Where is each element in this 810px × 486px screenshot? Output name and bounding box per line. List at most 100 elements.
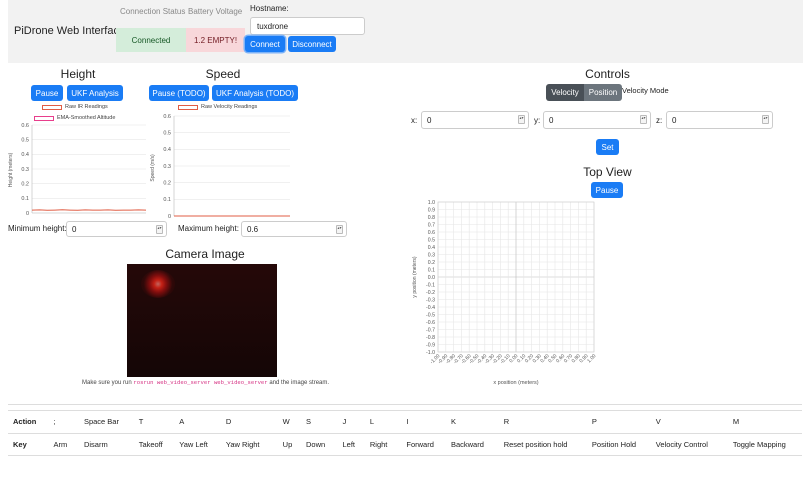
app-title: PiDrone Web Interface — [14, 25, 126, 37]
height-ukf-button[interactable]: UKF Analysis — [67, 85, 123, 101]
spinner-icon[interactable]: ▴▾ — [640, 115, 647, 124]
min-height-value: 0 — [72, 224, 77, 234]
y-tick-label: -1.0 — [426, 350, 435, 356]
action-cell: Up — [277, 432, 301, 456]
controls-title: Controls — [585, 67, 630, 81]
action-cell: Yaw Left — [174, 432, 221, 456]
action-cell: Arm — [48, 432, 79, 456]
key-cell: M — [727, 410, 802, 433]
action-cell: Backward — [445, 432, 499, 456]
spinner-icon[interactable]: ▴▾ — [156, 225, 163, 234]
z-input[interactable]: 0 ▴▾ — [666, 111, 773, 129]
camera-note-code: rosrun web_video_server web_video_server — [133, 379, 268, 386]
y-value: 0 — [549, 115, 554, 125]
y-tick-label: 0.2 — [428, 260, 435, 266]
top-view-pause-button[interactable]: Pause — [591, 182, 623, 198]
y-axis-label: Speed (m/s) — [150, 154, 156, 182]
camera-image — [127, 264, 277, 377]
speed-title: Speed — [205, 67, 241, 81]
y-tick-label: -0.3 — [426, 297, 435, 303]
y-tick-label: 0.6 — [428, 230, 435, 236]
action-cell: Disarm — [78, 432, 134, 456]
hostname-input[interactable] — [250, 17, 365, 35]
y-tick-label: -0.4 — [426, 305, 435, 311]
hostname-label: Hostname: — [250, 4, 289, 13]
action-cell: Yaw Right — [220, 432, 278, 456]
spinner-icon[interactable]: ▴▾ — [762, 115, 769, 124]
connection-status-label: Connection Status — [120, 7, 186, 16]
spinner-icon[interactable]: ▴▾ — [336, 225, 343, 234]
connect-button[interactable]: Connect — [245, 36, 285, 52]
y-tick-label: 1.0 — [428, 200, 435, 206]
y-tick-label: -0.2 — [426, 290, 435, 296]
action-cell: Down — [300, 432, 338, 456]
set-button[interactable]: Set — [596, 139, 619, 155]
key-cell: I — [401, 410, 446, 433]
min-height-label: Minimum height: — [8, 224, 67, 233]
y-tick-label: 0.0 — [428, 275, 435, 281]
speed-pause-button[interactable]: Pause (TODO) — [149, 85, 209, 101]
speed-ukf-button[interactable]: UKF Analysis (TODO) — [212, 85, 298, 101]
legend-raw-ir: Raw IR Readings — [42, 104, 108, 110]
action-cell: Takeoff — [133, 432, 175, 456]
y-tick-label: 0.7 — [428, 222, 435, 228]
key-header: Key — [8, 432, 49, 456]
mode-label: Velocity Mode — [622, 86, 669, 95]
y-tick-label: -0.5 — [426, 312, 435, 318]
keymap-action-row: Key Arm Disarm Takeoff Yaw Left Yaw Right Up D… — [8, 432, 802, 456]
x-axis-label: x position (meters) — [493, 380, 538, 386]
y-tick-label: 0.3 — [163, 164, 171, 170]
y-tick-label: 0.1 — [21, 196, 29, 202]
y-tick-label: -0.1 — [426, 282, 435, 288]
max-height-value: 0.6 — [247, 224, 259, 234]
y-tick-label: 0.6 — [21, 123, 29, 129]
max-height-label: Maximum height: — [178, 224, 239, 233]
min-height-input[interactable]: 0 ▴▾ — [66, 221, 167, 237]
legend-swatch — [42, 104, 62, 110]
position-mode-button[interactable]: Position — [584, 84, 622, 101]
x-label: x: — [411, 116, 418, 125]
y-tick-label: 0.2 — [21, 181, 29, 187]
height-title: Height — [60, 67, 96, 81]
x-input[interactable]: 0 ▴▾ — [421, 111, 529, 129]
action-cell: Position Hold — [586, 432, 651, 456]
key-cell: K — [445, 410, 499, 433]
key-cell: J — [337, 410, 365, 433]
y-tick-label: -0.7 — [426, 327, 435, 333]
y-tick-label: -0.9 — [426, 342, 435, 348]
camera-note: Make sure you run rosrun web_video_serve… — [82, 379, 329, 386]
key-cell: L — [364, 410, 402, 433]
key-cell: R — [498, 410, 587, 433]
battery-voltage-value: 1.2 EMPTY! — [186, 28, 245, 52]
action-cell: Velocity Control — [650, 432, 728, 456]
y-tick-label: 0.4 — [428, 245, 435, 251]
y-input[interactable]: 0 ▴▾ — [543, 111, 651, 129]
y-tick-label: 0.9 — [428, 207, 435, 213]
battery-voltage-label: Battery Voltage — [188, 7, 243, 16]
y-tick-label: -0.8 — [426, 335, 435, 341]
action-cell: Right — [364, 432, 402, 456]
y-tick-label: 0 — [168, 214, 171, 220]
y-tick-label: 0.5 — [428, 237, 435, 243]
height-pause-button[interactable]: Pause — [31, 85, 63, 101]
velocity-mode-button[interactable]: Velocity — [546, 84, 584, 101]
y-tick-label: 0 — [26, 211, 29, 217]
key-cell: A — [174, 410, 221, 433]
y-tick-label: 0.1 — [428, 267, 435, 273]
disconnect-button[interactable]: Disconnect — [288, 36, 336, 52]
max-height-input[interactable]: 0.6 ▴▾ — [241, 221, 347, 237]
key-cell: W — [277, 410, 301, 433]
key-cell: P — [586, 410, 651, 433]
x-value: 0 — [427, 115, 432, 125]
action-cell: Reset position hold — [498, 432, 587, 456]
key-cell: S — [300, 410, 338, 433]
spinner-icon[interactable]: ▴▾ — [518, 115, 525, 124]
action-cell: Toggle Mapping — [727, 432, 802, 456]
y-tick-label: 0.3 — [21, 167, 29, 173]
y-tick-label: 0.2 — [163, 180, 171, 186]
connection-status-value: Connected — [116, 28, 186, 52]
top-view-chart: 1.00.9 0.80.7 0.60.5 0.40.3 0.20.1 0.0-0.1 -0.… — [412, 200, 598, 386]
key-cell: T — [133, 410, 175, 433]
keymap-key-row: Action ; Space Bar T A D W S J L I K R P V M — [8, 410, 802, 433]
y-axis-label: Height (meters) — [8, 152, 14, 187]
